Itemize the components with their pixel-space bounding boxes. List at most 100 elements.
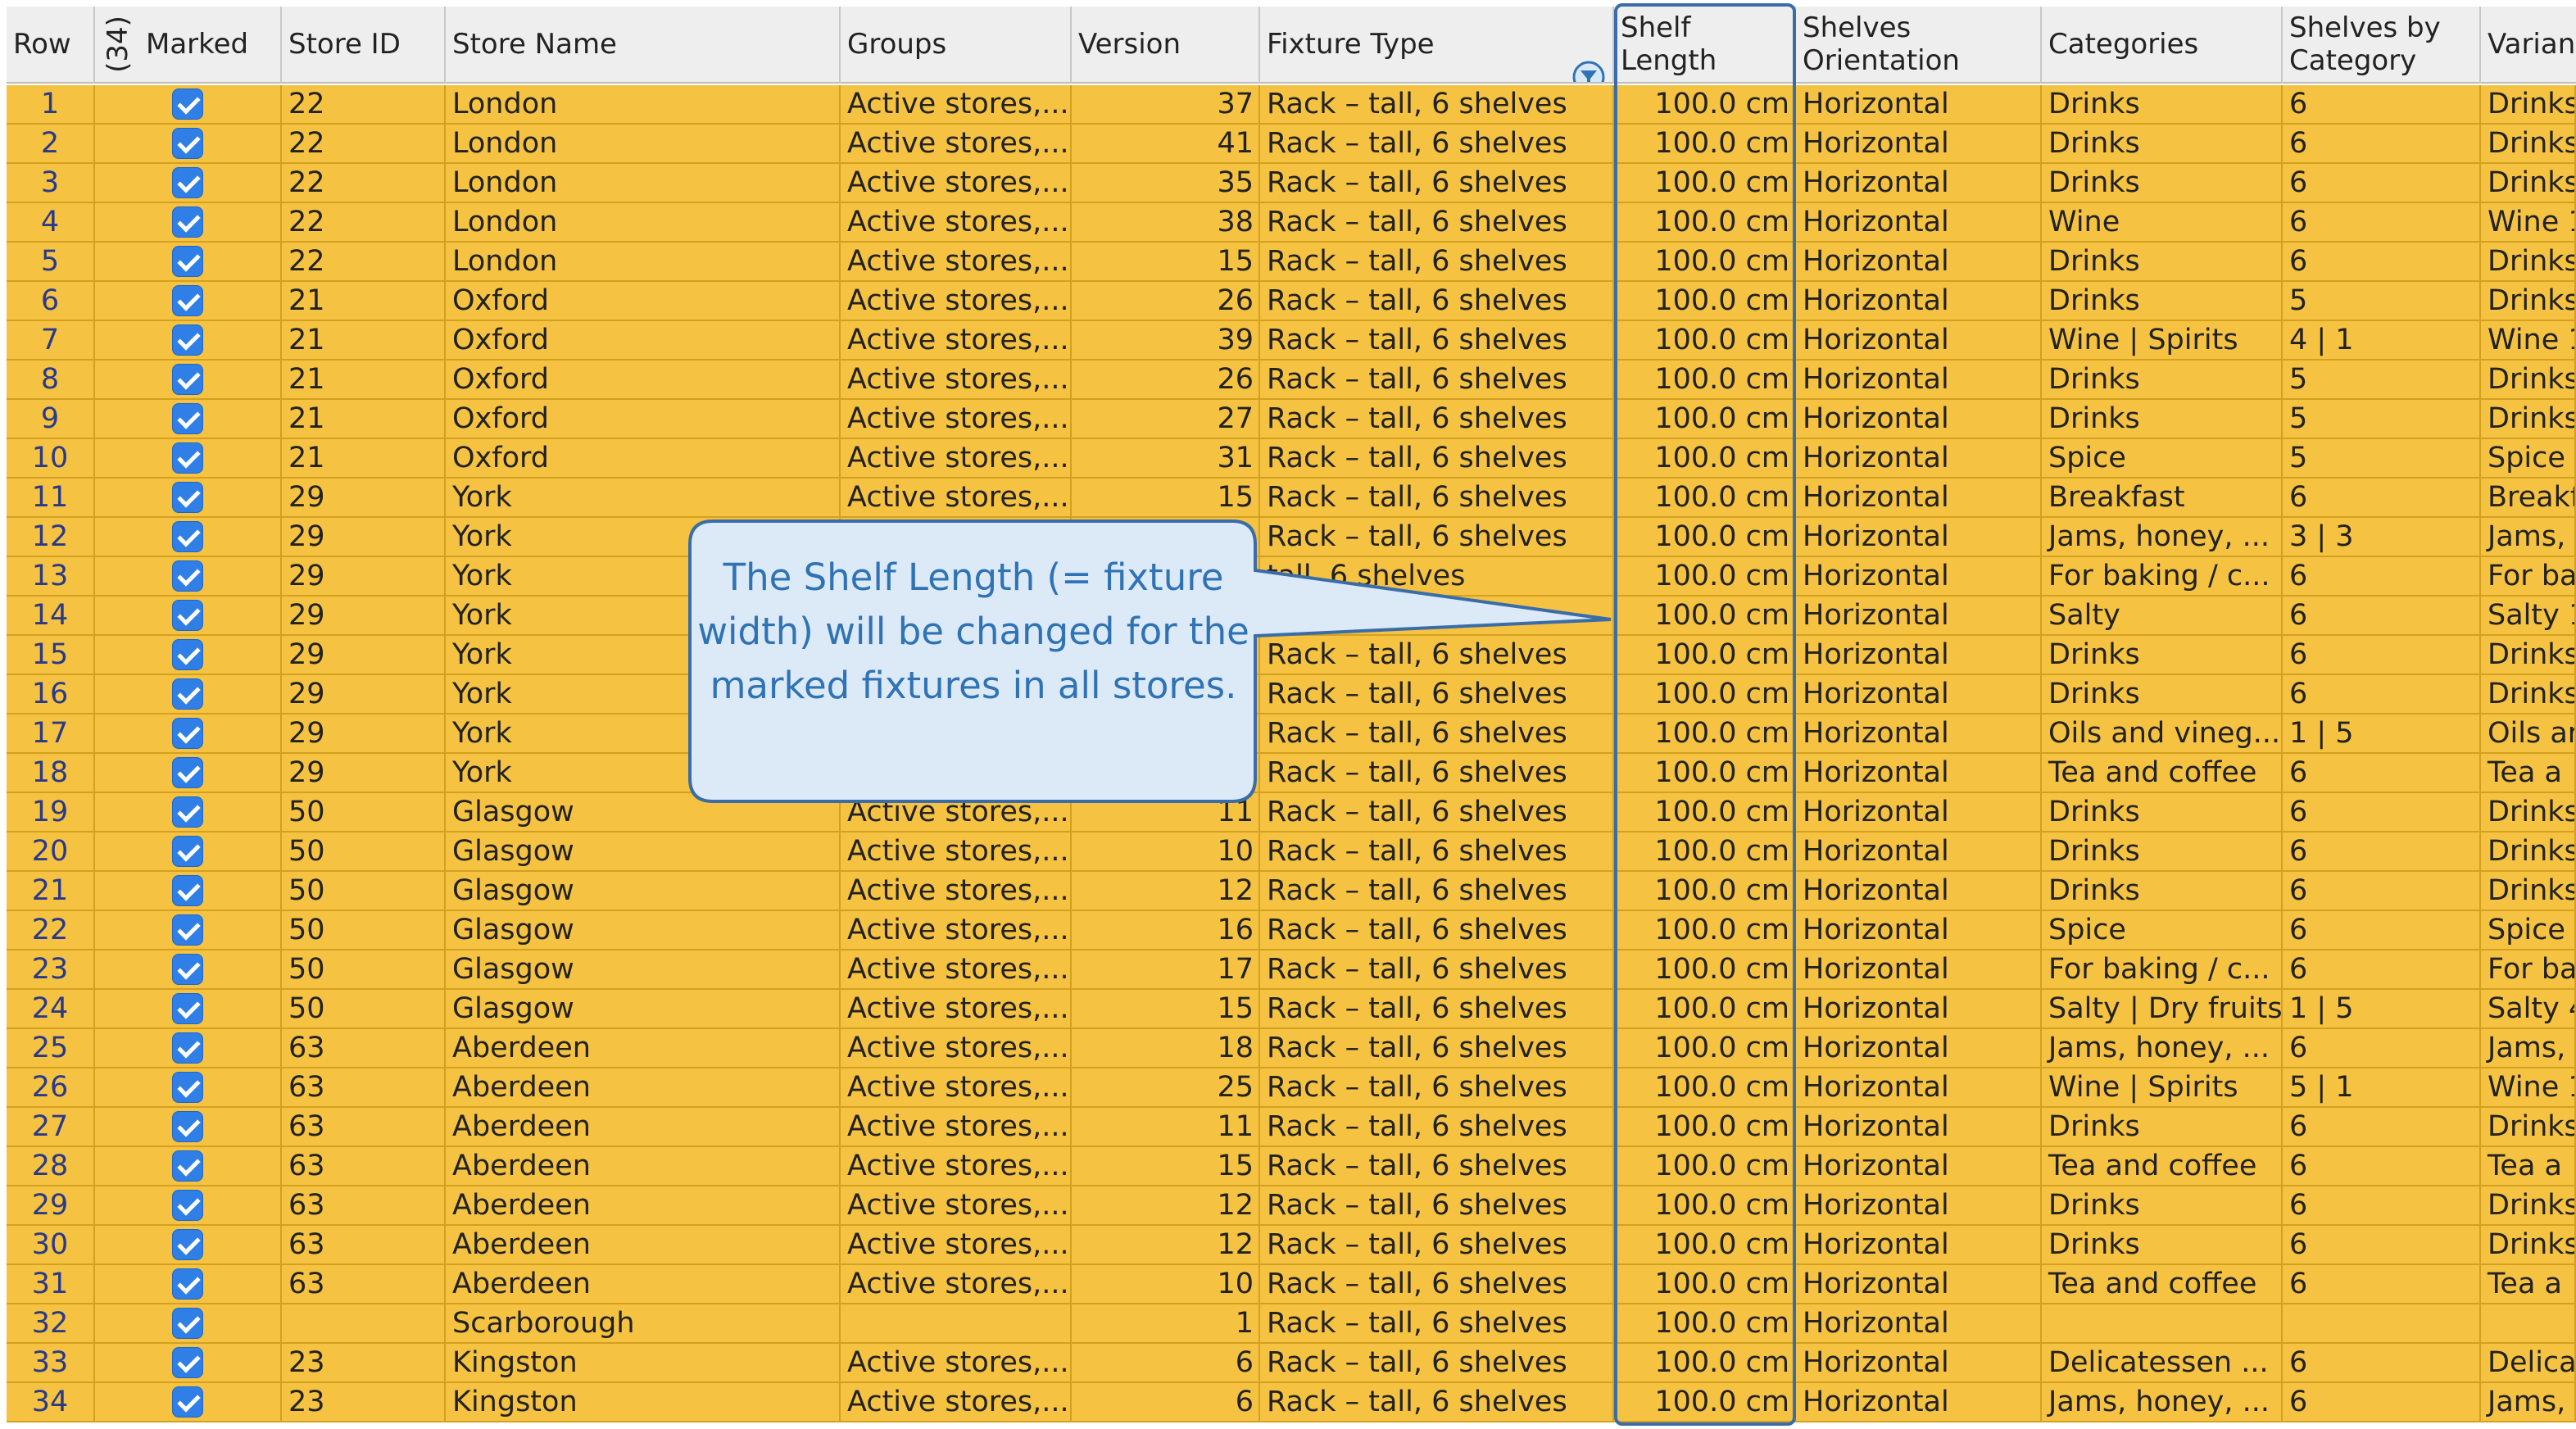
table-row[interactable]: 26 63 Aberdeen Active stores,... 25 Rack – ta… [7,1068,2576,1108]
table-row[interactable]: 12 29 York Rack – tall, 6 shelves 100.0 cm Ho… [7,518,2576,557]
checkbox-checked-icon[interactable] [172,954,203,985]
table-row[interactable]: 6 21 Oxford Active stores,... 26 Rack – tall,… [7,282,2576,321]
cell-shelf-length[interactable]: 100.0 cm [1614,1344,1796,1383]
cell-marked[interactable] [95,990,282,1029]
table-row[interactable]: 13 29 York tall, 6 shelves 100.0 cm Horizonta… [7,557,2576,597]
checkbox-checked-icon[interactable] [172,246,203,277]
checkbox-checked-icon[interactable] [172,993,203,1024]
cell-marked[interactable] [95,675,282,714]
table-row[interactable]: 5 22 London Active stores,... 15 Rack – tall,… [7,243,2576,282]
checkbox-checked-icon[interactable] [172,1190,203,1221]
checkbox-checked-icon[interactable] [172,1150,203,1182]
cell-marked[interactable] [95,1226,282,1265]
checkbox-checked-icon[interactable] [172,364,203,395]
table-row[interactable]: 30 63 Aberdeen Active stores,... 12 Rack – ta… [7,1226,2576,1265]
checkbox-checked-icon[interactable] [172,757,203,788]
table-row[interactable]: 20 50 Glasgow Active stores,... 10 Rack – tal… [7,832,2576,872]
cell-marked[interactable] [95,950,282,990]
table-row[interactable]: 8 21 Oxford Active stores,... 26 Rack – tall,… [7,361,2576,400]
cell-shelf-length[interactable]: 100.0 cm [1614,164,1796,203]
cell-marked[interactable] [95,1265,282,1304]
cell-marked[interactable] [95,164,282,203]
checkbox-checked-icon[interactable] [172,442,203,474]
checkbox-checked-icon[interactable] [172,285,203,316]
cell-shelf-length[interactable]: 100.0 cm [1614,85,1796,125]
cell-marked[interactable] [95,557,282,597]
checkbox-checked-icon[interactable] [172,1268,203,1300]
table-row[interactable]: 17 29 York Rack – tall, 6 shelves 100.0 cm Ho… [7,714,2576,754]
table-row[interactable]: 34 23 Kingston Active stores,... 6 Rack – tal… [7,1383,2576,1422]
table-row[interactable]: 29 63 Aberdeen Active stores,... 12 Rack – ta… [7,1186,2576,1226]
checkbox-checked-icon[interactable] [172,167,203,198]
cell-shelf-length[interactable]: 100.0 cm [1614,1186,1796,1226]
checkbox-checked-icon[interactable] [172,875,203,906]
table-row[interactable]: 16 29 York Rack – tall, 6 shelves 100.0 cm Ho… [7,675,2576,714]
cell-shelf-length[interactable]: 100.0 cm [1614,1265,1796,1304]
header-variant[interactable]: Varian [2481,7,2576,84]
checkbox-checked-icon[interactable] [172,1111,203,1142]
table-row[interactable]: 22 50 Glasgow Active stores,... 16 Rack – tal… [7,911,2576,950]
checkbox-checked-icon[interactable] [172,678,203,710]
cell-marked[interactable] [95,439,282,479]
header-marked[interactable]: (34) Marked [95,7,282,84]
cell-marked[interactable] [95,85,282,125]
cell-shelf-length[interactable]: 100.0 cm [1614,636,1796,675]
checkbox-checked-icon[interactable] [172,324,203,356]
table-row[interactable]: 10 21 Oxford Active stores,... 31 Rack – tall… [7,439,2576,479]
header-version[interactable]: Version [1072,7,1260,84]
checkbox-checked-icon[interactable] [172,1308,203,1339]
table-row[interactable]: 15 29 York Rack – tall, 6 shelves 100.0 cm Ho… [7,636,2576,675]
table-row[interactable]: 32 Scarborough 1 Rack – tall, 6 shelves 100.… [7,1304,2576,1344]
table-row[interactable]: 7 21 Oxford Active stores,... 39 Rack – tall,… [7,321,2576,361]
checkbox-checked-icon[interactable] [172,521,203,552]
table-row[interactable]: 33 23 Kingston Active stores,... 6 Rack – tal… [7,1344,2576,1383]
header-store-name[interactable]: Store Name [446,7,841,84]
cell-shelf-length[interactable]: 100.0 cm [1614,1029,1796,1068]
cell-marked[interactable] [95,1147,282,1186]
cell-marked[interactable] [95,479,282,518]
cell-shelf-length[interactable]: 100.0 cm [1614,714,1796,754]
cell-shelf-length[interactable]: 100.0 cm [1614,518,1796,557]
cell-marked[interactable] [95,1344,282,1383]
cell-shelf-length[interactable]: 100.0 cm [1614,557,1796,597]
cell-shelf-length[interactable]: 100.0 cm [1614,439,1796,479]
cell-shelf-length[interactable]: 100.0 cm [1614,1147,1796,1186]
cell-marked[interactable] [95,636,282,675]
checkbox-checked-icon[interactable] [172,88,203,120]
header-fixture-type[interactable]: Fixture Type [1260,7,1614,84]
table-row[interactable]: 11 29 York Active stores,... 15 Rack – tall, … [7,479,2576,518]
cell-marked[interactable] [95,203,282,243]
cell-shelf-length[interactable]: 100.0 cm [1614,125,1796,164]
cell-shelf-length[interactable]: 100.0 cm [1614,950,1796,990]
cell-marked[interactable] [95,1108,282,1147]
cell-marked[interactable] [95,321,282,361]
cell-marked[interactable] [95,754,282,793]
cell-marked[interactable] [95,125,282,164]
checkbox-checked-icon[interactable] [172,128,203,159]
header-shelf-length[interactable]: Shelf Length [1614,7,1796,84]
cell-marked[interactable] [95,832,282,872]
cell-marked[interactable] [95,400,282,439]
cell-shelf-length[interactable]: 100.0 cm [1614,597,1796,636]
table-row[interactable]: 27 63 Aberdeen Active stores,... 11 Rack – ta… [7,1108,2576,1147]
header-row[interactable]: Row [7,7,95,84]
table-row[interactable]: 31 63 Aberdeen Active stores,... 10 Rack – ta… [7,1265,2576,1304]
header-shelves-by-category[interactable]: Shelves by Category [2283,7,2481,84]
checkbox-checked-icon[interactable] [172,482,203,513]
cell-marked[interactable] [95,243,282,282]
cell-shelf-length[interactable]: 100.0 cm [1614,282,1796,321]
cell-shelf-length[interactable]: 100.0 cm [1614,1068,1796,1108]
table-row[interactable]: 1 22 London Active stores,... 37 Rack – tall,… [7,85,2576,125]
cell-marked[interactable] [95,872,282,911]
cell-shelf-length[interactable]: 100.0 cm [1614,872,1796,911]
cell-marked[interactable] [95,361,282,400]
checkbox-checked-icon[interactable] [172,836,203,867]
table-row[interactable]: 21 50 Glasgow Active stores,... 12 Rack – tal… [7,872,2576,911]
header-categories[interactable]: Categories [2042,7,2283,84]
checkbox-checked-icon[interactable] [172,560,203,592]
checkbox-checked-icon[interactable] [172,1386,203,1418]
cell-shelf-length[interactable]: 100.0 cm [1614,793,1796,832]
cell-shelf-length[interactable]: 100.0 cm [1614,675,1796,714]
checkbox-checked-icon[interactable] [172,1229,203,1260]
cell-shelf-length[interactable]: 100.0 cm [1614,911,1796,950]
